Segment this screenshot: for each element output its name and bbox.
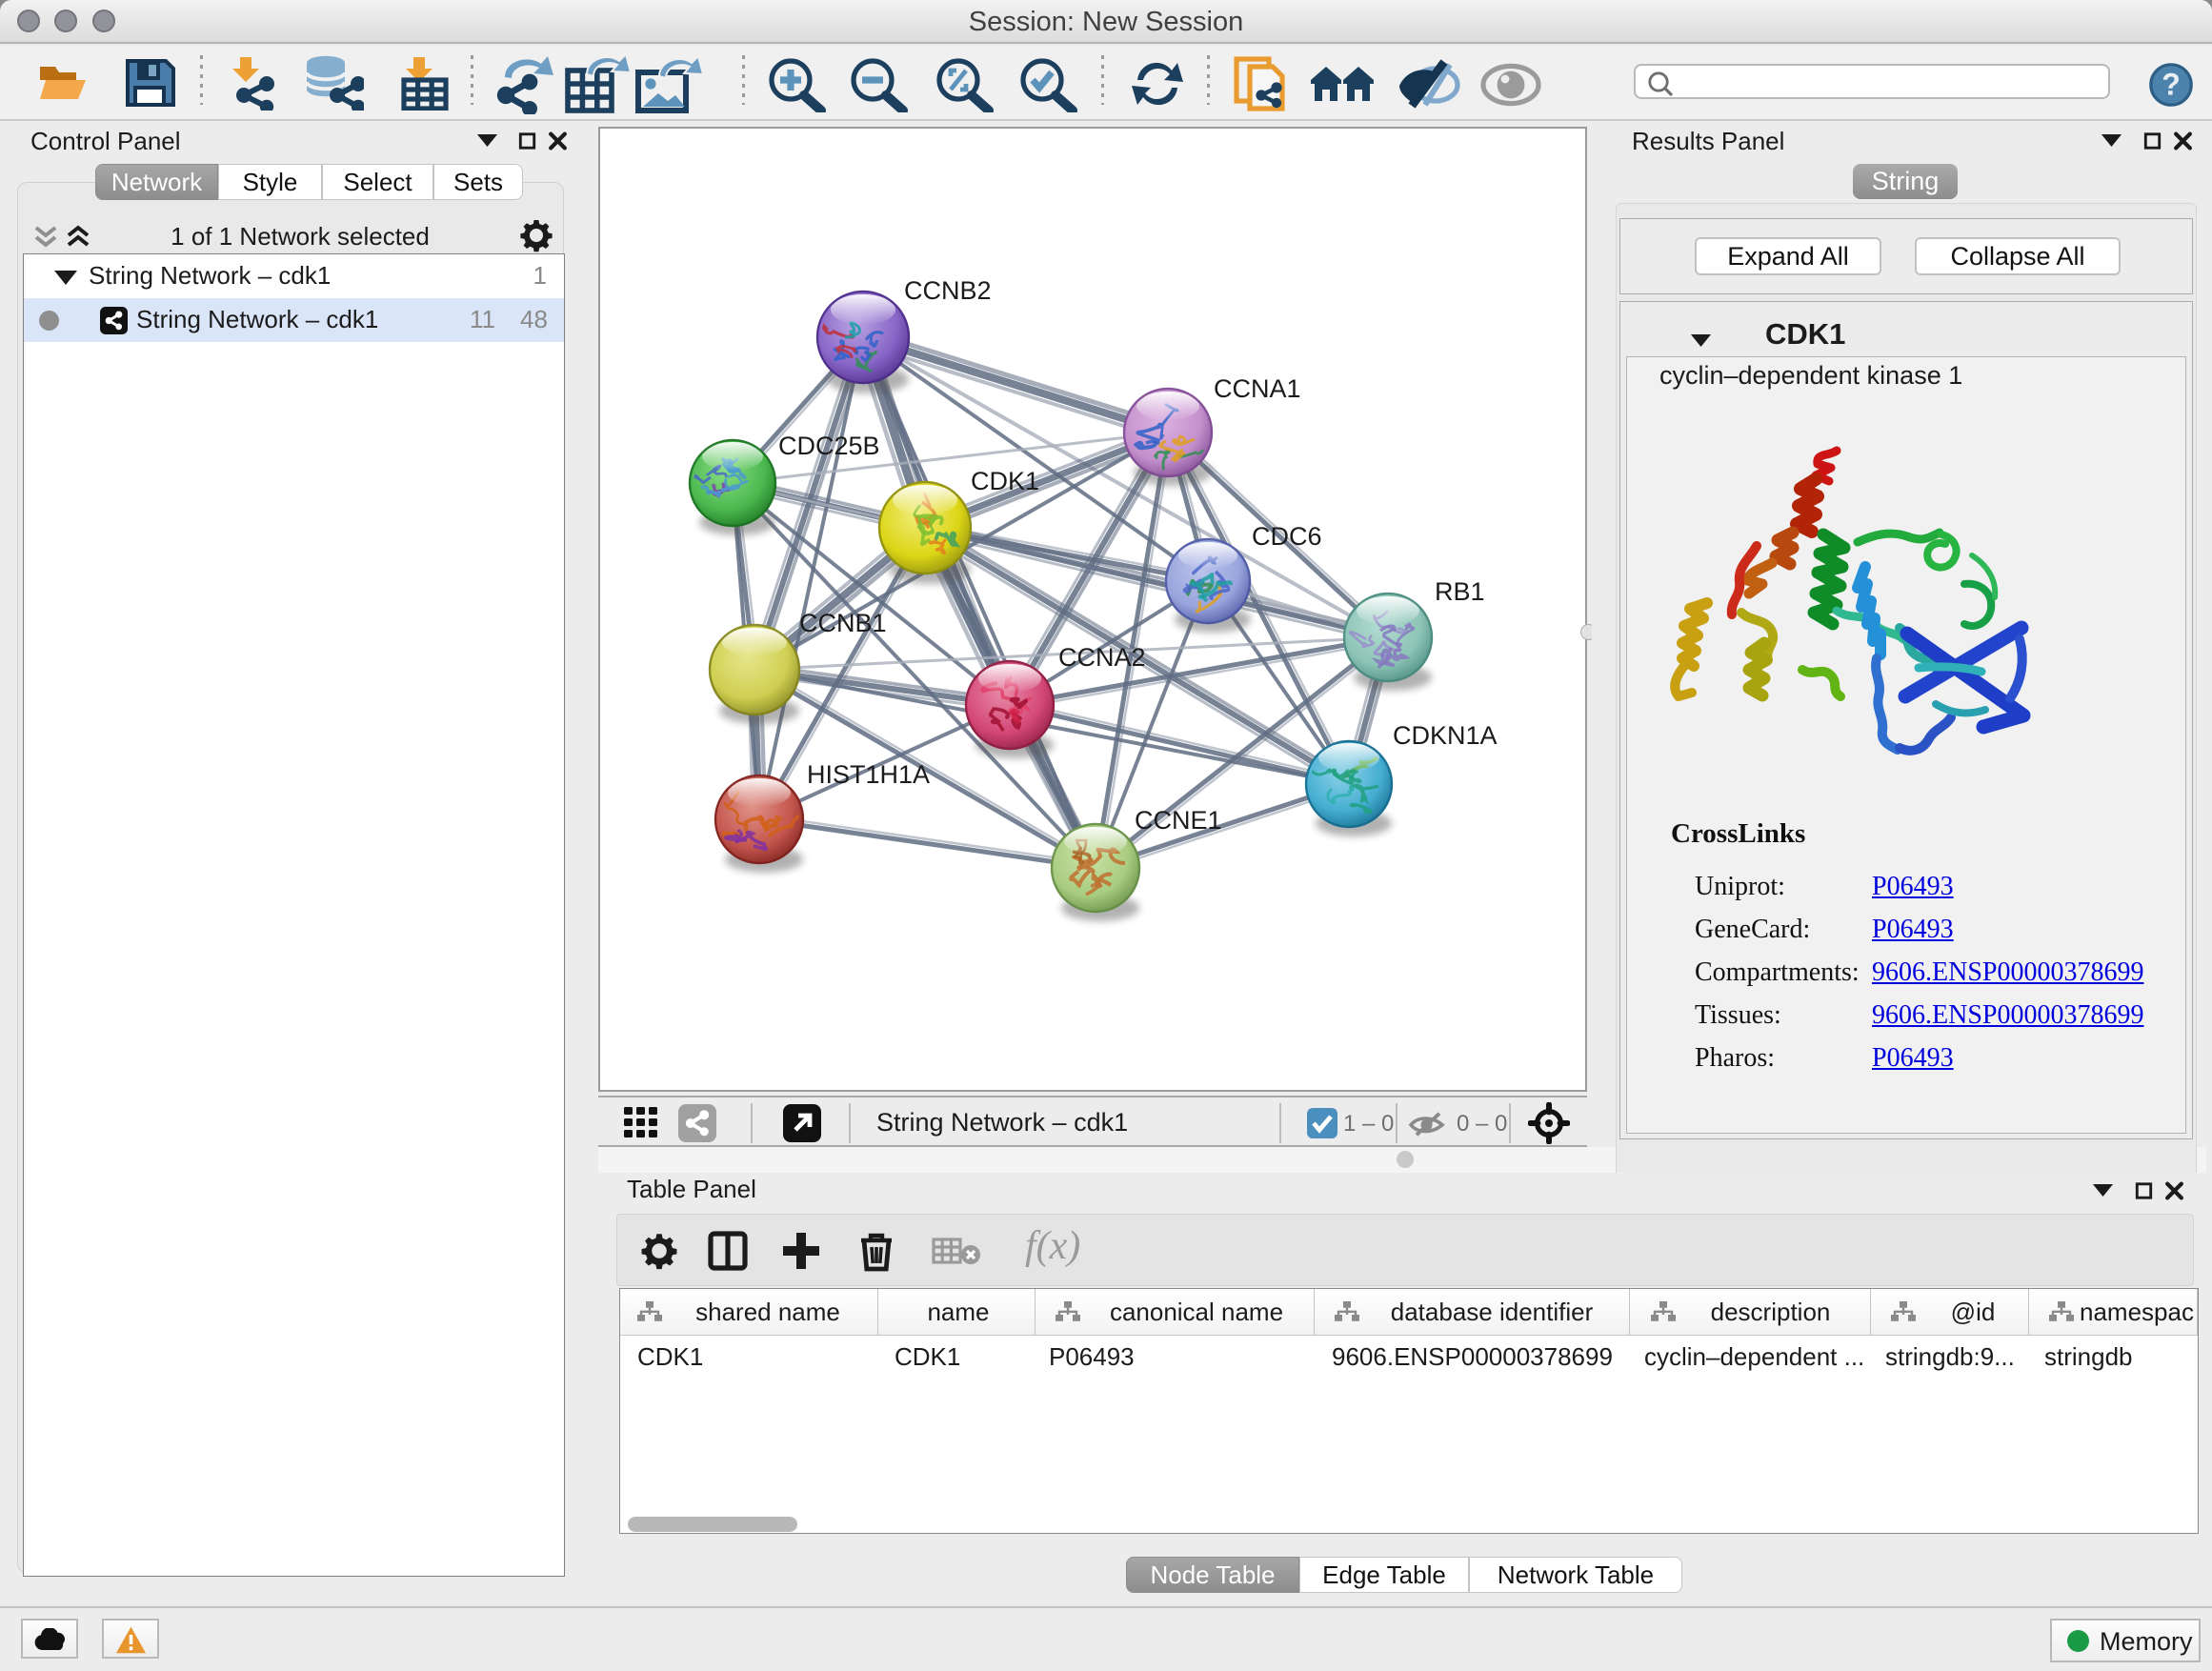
svg-text:HIST1H1A: HIST1H1A bbox=[807, 760, 930, 789]
svg-text:CCNE1: CCNE1 bbox=[1135, 806, 1222, 835]
svg-text:CCNB2: CCNB2 bbox=[904, 276, 992, 305]
svg-text:CDC6: CDC6 bbox=[1252, 522, 1322, 551]
svg-text:?: ? bbox=[2162, 68, 2181, 102]
svg-text:RB1: RB1 bbox=[1435, 577, 1485, 606]
svg-text:CCNA1: CCNA1 bbox=[1214, 374, 1301, 403]
svg-text:CDK1: CDK1 bbox=[971, 467, 1039, 495]
svg-text:CDC25B: CDC25B bbox=[778, 432, 880, 460]
svg-text:CCNB1: CCNB1 bbox=[799, 609, 887, 637]
svg-text:CCNA2: CCNA2 bbox=[1058, 643, 1146, 672]
svg-text:CDKN1A: CDKN1A bbox=[1393, 721, 1498, 750]
